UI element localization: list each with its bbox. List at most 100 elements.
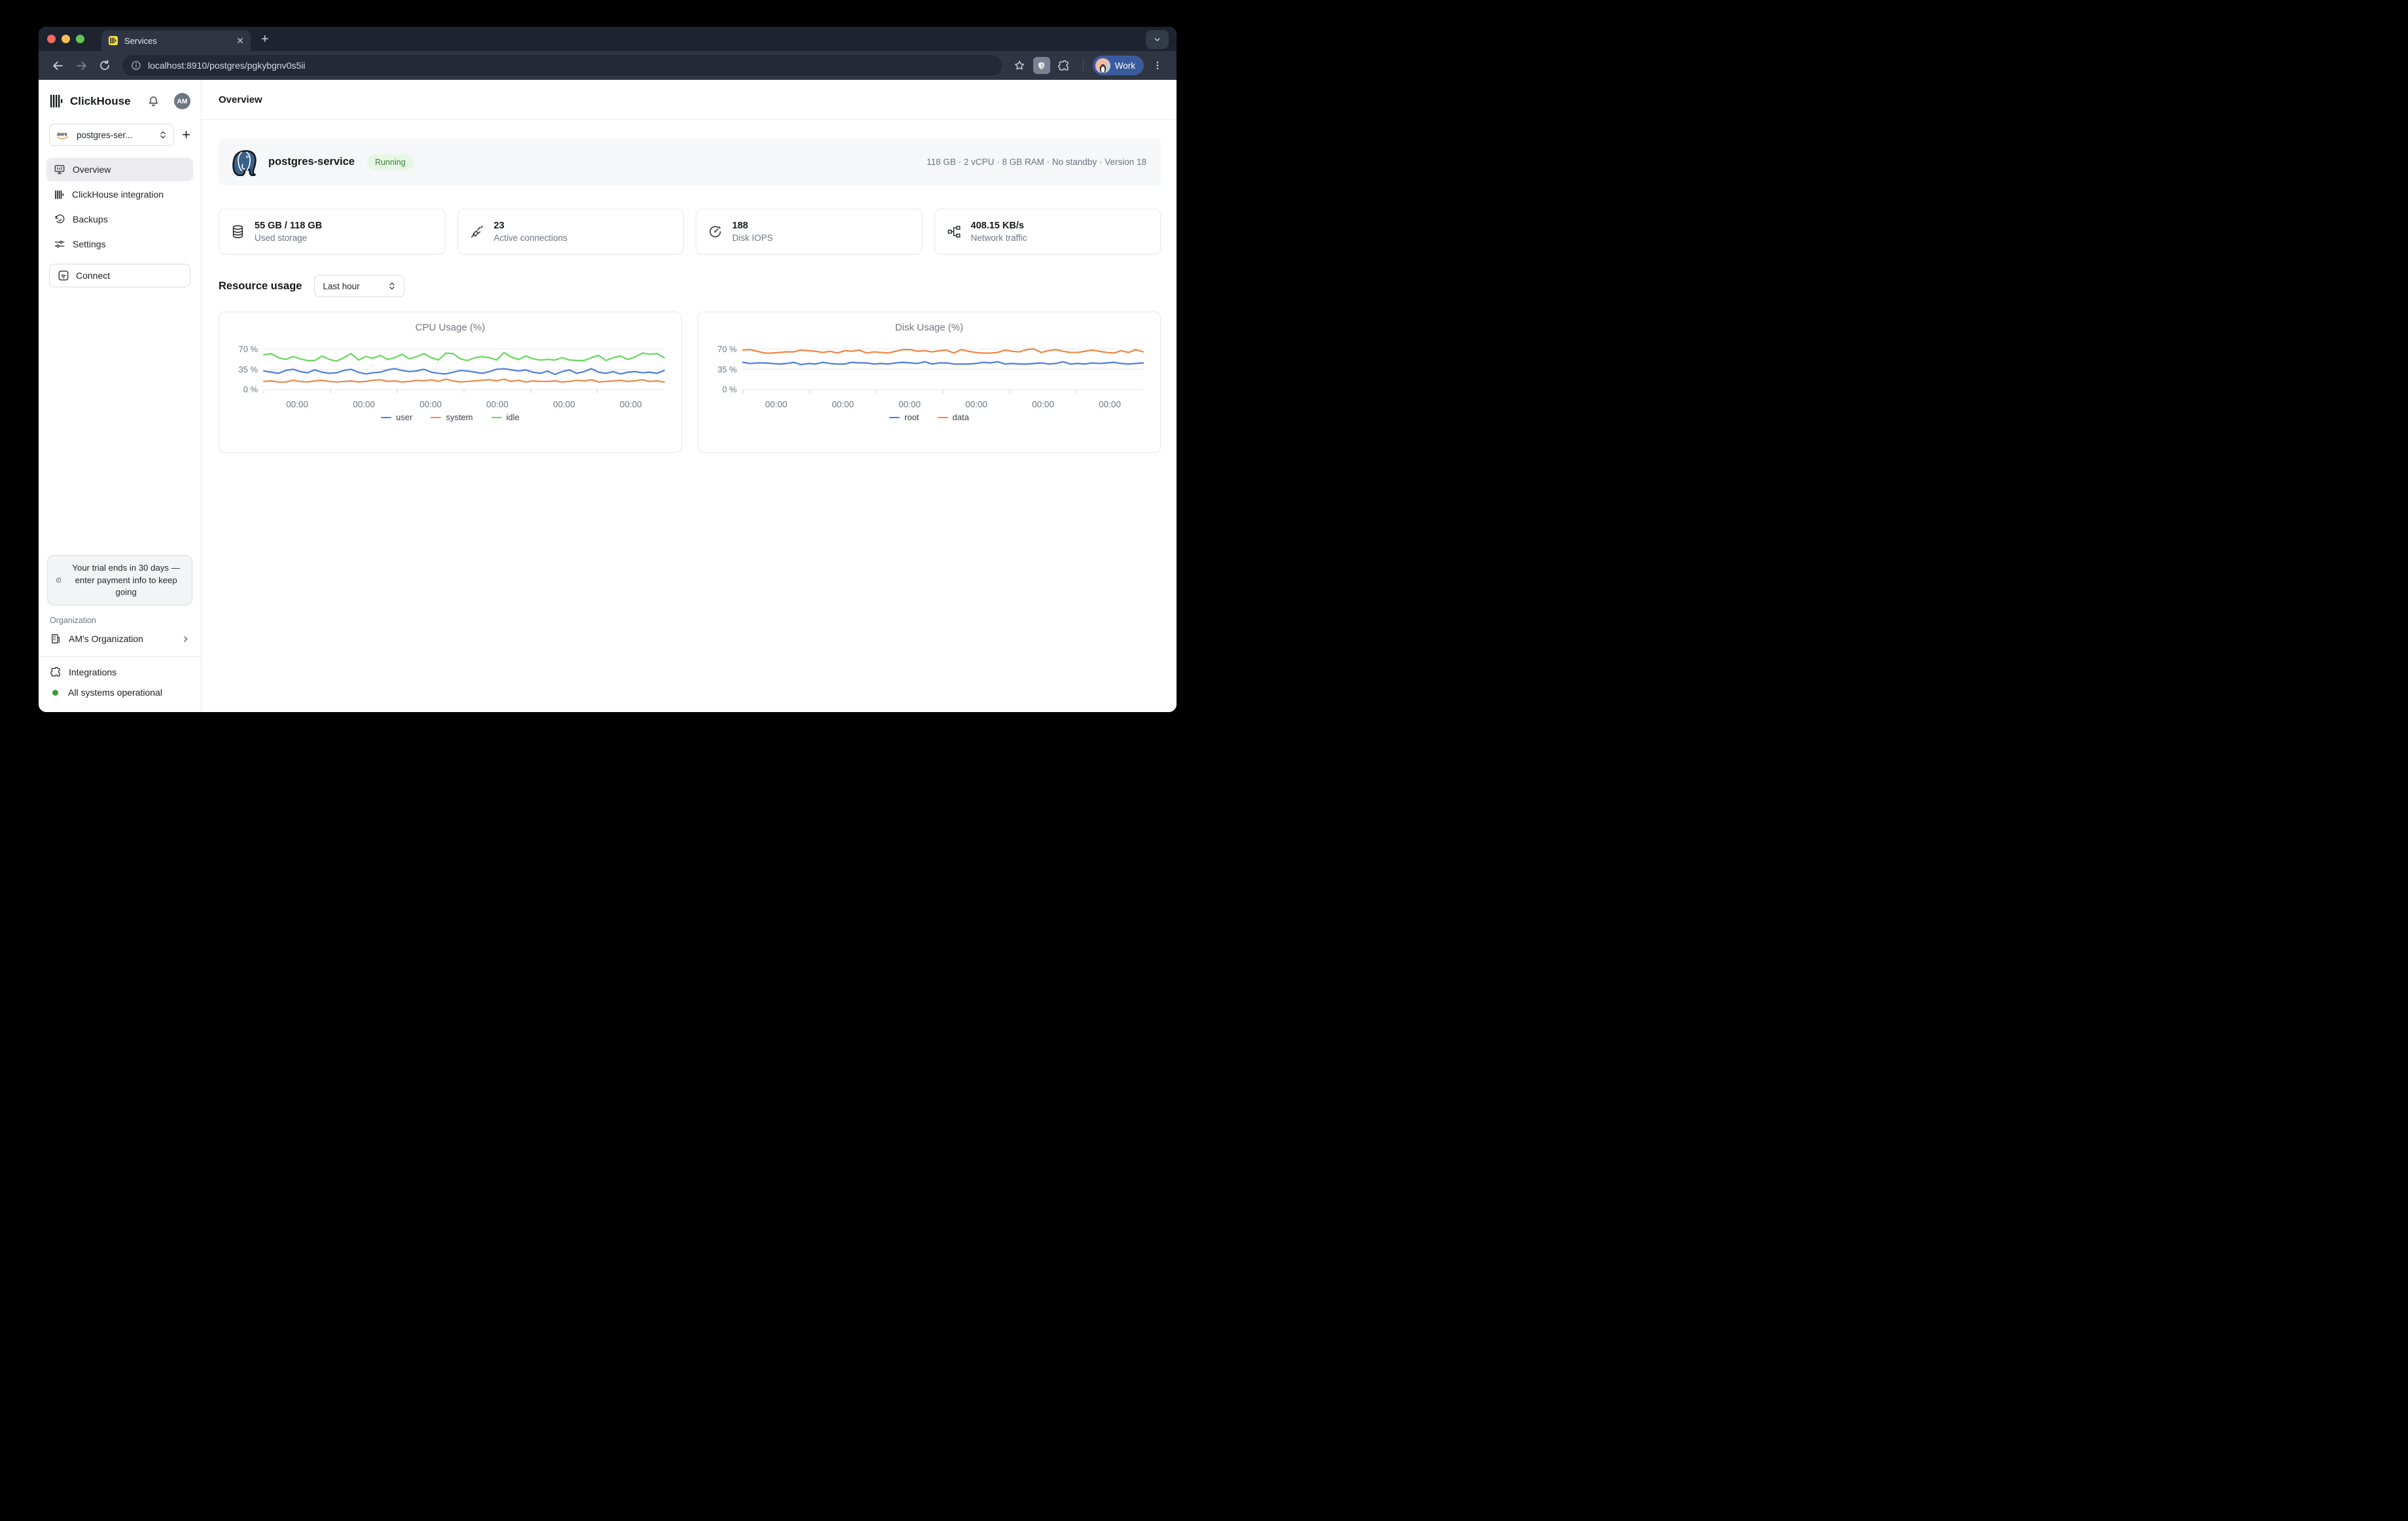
sidebar-item-overview[interactable]: Overview — [46, 158, 193, 181]
bookmark-button[interactable] — [1010, 56, 1029, 75]
tab-close-icon[interactable]: ✕ — [236, 36, 244, 45]
brand-name: ClickHouse — [70, 95, 141, 108]
service-select[interactable]: aws postgres-ser... — [49, 124, 174, 146]
time-range-value: Last hour — [323, 281, 383, 291]
cable-icon — [470, 224, 484, 239]
stat-label: Disk IOPS — [732, 233, 773, 243]
clickhouse-bars-icon — [54, 189, 65, 200]
chevron-down-icon — [1153, 35, 1161, 44]
svg-text:aws: aws — [57, 130, 67, 137]
main-content: postgres-service Running 118 GB · 2 vCPU… — [202, 120, 1177, 473]
puzzle-icon — [50, 666, 62, 678]
legend-label: system — [446, 412, 472, 422]
svg-text:70 %: 70 % — [238, 344, 258, 354]
legend-label: data — [953, 412, 969, 422]
password-manager-extension-button[interactable] — [1033, 57, 1050, 74]
sidebar-item-label: ClickHouse integration — [72, 189, 164, 200]
close-window-button[interactable] — [47, 35, 56, 43]
svg-text:00:00: 00:00 — [286, 399, 308, 409]
stat-label: Active connections — [494, 233, 568, 243]
svg-text:00:00: 00:00 — [486, 399, 508, 409]
sidebar-item-label: Settings — [73, 239, 106, 249]
cpu-usage-chart: 0 %35 %70 %00:0000:0000:0000:0000:0000:0… — [231, 338, 669, 412]
service-select-value: postgres-ser... — [77, 130, 154, 140]
sidebar-item-clickhouse-integration[interactable]: ClickHouse integration — [46, 183, 193, 206]
chart-canvas: 0 %35 %70 %00:0000:0000:0000:0000:0000:0… — [710, 338, 1148, 412]
kebab-menu-icon — [1152, 60, 1163, 71]
extensions-button[interactable] — [1054, 56, 1074, 75]
time-range-select[interactable]: Last hour — [314, 275, 404, 297]
main-panel: Overview postgres-service Running 118 GB… — [202, 80, 1177, 712]
forward-button[interactable] — [71, 56, 91, 75]
maximize-window-button[interactable] — [76, 35, 84, 43]
status-badge: Running — [367, 154, 414, 170]
system-status[interactable]: All systems operational — [50, 687, 190, 698]
back-arrow-icon — [52, 60, 64, 72]
star-icon — [1014, 60, 1025, 71]
back-button[interactable] — [48, 56, 67, 75]
clock-icon — [56, 574, 62, 586]
reload-button[interactable] — [95, 56, 115, 75]
integrations-link[interactable]: Integrations — [50, 666, 190, 678]
chart-canvas: 0 %35 %70 %00:0000:0000:0000:0000:0000:0… — [231, 338, 669, 412]
legend-swatch-icon — [938, 417, 948, 419]
tab-strip: Services ✕ + — [39, 27, 1177, 51]
puzzle-icon — [1057, 60, 1070, 72]
add-service-button[interactable]: + — [182, 126, 190, 143]
browser-tab[interactable]: Services ✕ — [101, 30, 251, 51]
monitor-icon — [54, 164, 65, 175]
legend-item: data — [938, 412, 969, 422]
sliders-icon — [54, 238, 65, 250]
svg-text:00:00: 00:00 — [353, 399, 375, 409]
new-tab-button[interactable]: + — [261, 32, 269, 47]
main-header: Overview — [202, 80, 1177, 120]
address-bar[interactable]: localhost:8910/postgres/pgkybgnv0s5ii — [122, 55, 1002, 76]
browser-menu-button[interactable] — [1148, 56, 1167, 75]
service-banner: postgres-service Running 118 GB · 2 vCPU… — [219, 139, 1161, 185]
charts-row: CPU Usage (%) 0 %35 %70 %00:0000:0000:00… — [219, 312, 1161, 473]
page-title: Overview — [219, 94, 262, 105]
sidebar: ClickHouse AM aws postgres-ser... + — [39, 80, 202, 712]
shield-icon — [1036, 61, 1046, 71]
cpu-usage-chart-card: CPU Usage (%) 0 %35 %70 %00:0000:0000:00… — [219, 312, 682, 453]
updown-chevron-icon — [388, 281, 396, 291]
stat-value: 408.15 KB/s — [971, 221, 1027, 231]
trial-notice: Your trial ends in 30 days — enter payme… — [47, 555, 192, 605]
legend-swatch-icon — [491, 417, 502, 419]
legend-item: user — [381, 412, 412, 422]
site-info-icon[interactable] — [131, 60, 141, 71]
aws-logo-icon: aws — [56, 130, 71, 140]
database-icon — [231, 224, 245, 239]
resource-usage-title: Resource usage — [219, 280, 302, 293]
updown-chevron-icon — [159, 130, 167, 139]
browser-profile-button[interactable]: Work — [1093, 56, 1144, 75]
user-avatar[interactable]: AM — [174, 93, 190, 109]
bell-icon[interactable] — [147, 95, 160, 107]
legend-swatch-icon — [381, 417, 391, 419]
clickhouse-logo-icon — [49, 94, 64, 109]
svg-text:35 %: 35 % — [238, 365, 258, 374]
chart-title: CPU Usage (%) — [231, 322, 669, 333]
sidebar-item-backups[interactable]: Backups — [46, 207, 193, 231]
chart-title: Disk Usage (%) — [710, 322, 1148, 333]
browser-toolbar: localhost:8910/postgres/pgkybgnv0s5ii Wo… — [39, 51, 1177, 80]
organization-name: AM's Organization — [69, 634, 143, 644]
tab-title: Services — [124, 36, 230, 46]
stat-card-network-traffic: 408.15 KB/s Network traffic — [934, 209, 1161, 255]
sidebar-nav: Overview ClickHouse integration Backups … — [39, 150, 201, 256]
svg-text:70 %: 70 % — [717, 344, 737, 354]
sidebar-item-settings[interactable]: Settings — [46, 232, 193, 256]
organization-link[interactable]: AM's Organization — [39, 633, 201, 645]
window-controls — [47, 35, 84, 43]
connect-button[interactable]: Connect — [49, 264, 190, 287]
connect-icon — [58, 270, 69, 281]
stat-label: Network traffic — [971, 233, 1027, 243]
stat-card-active-connections: 23 Active connections — [457, 209, 684, 255]
postgresql-logo-icon — [232, 149, 259, 176]
legend-item: root — [889, 412, 919, 422]
clickhouse-favicon — [108, 35, 118, 46]
tab-search-button[interactable] — [1146, 30, 1169, 49]
minimize-window-button[interactable] — [62, 35, 70, 43]
svg-text:00:00: 00:00 — [620, 399, 642, 409]
profile-avatar — [1095, 58, 1110, 73]
